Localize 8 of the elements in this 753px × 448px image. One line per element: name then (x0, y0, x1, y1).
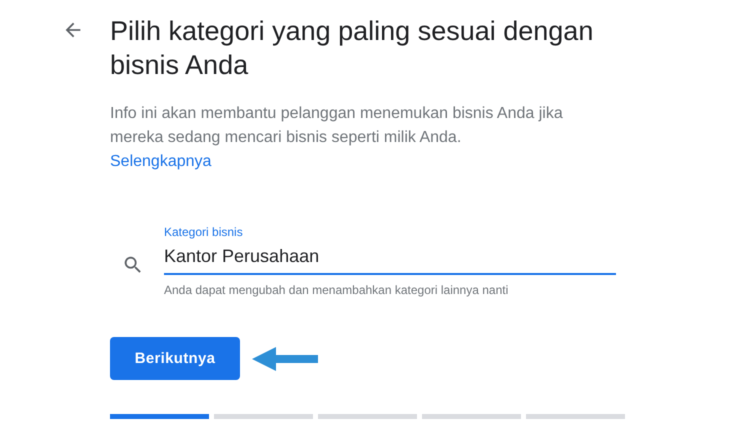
next-button[interactable]: Berikutnya (110, 337, 240, 380)
helper-text: Anda dapat mengubah dan menambahkan kategori lainnya nanti (164, 283, 508, 297)
category-input-field[interactable]: Kantor Perusahaan (164, 240, 616, 275)
field-label: Kategori bisnis (164, 224, 243, 240)
page-title: Pilih kategori yang paling sesuai dengan bisnis Anda (110, 15, 594, 82)
pointer-arrow-icon (252, 346, 318, 370)
description-text: Info ini akan membantu pelanggan menemukan bisnis Anda jika mereka sedang mencari bisnis seperti milik Anda. (110, 104, 564, 148)
learn-more-link[interactable]: Selengkapnya (110, 150, 212, 174)
